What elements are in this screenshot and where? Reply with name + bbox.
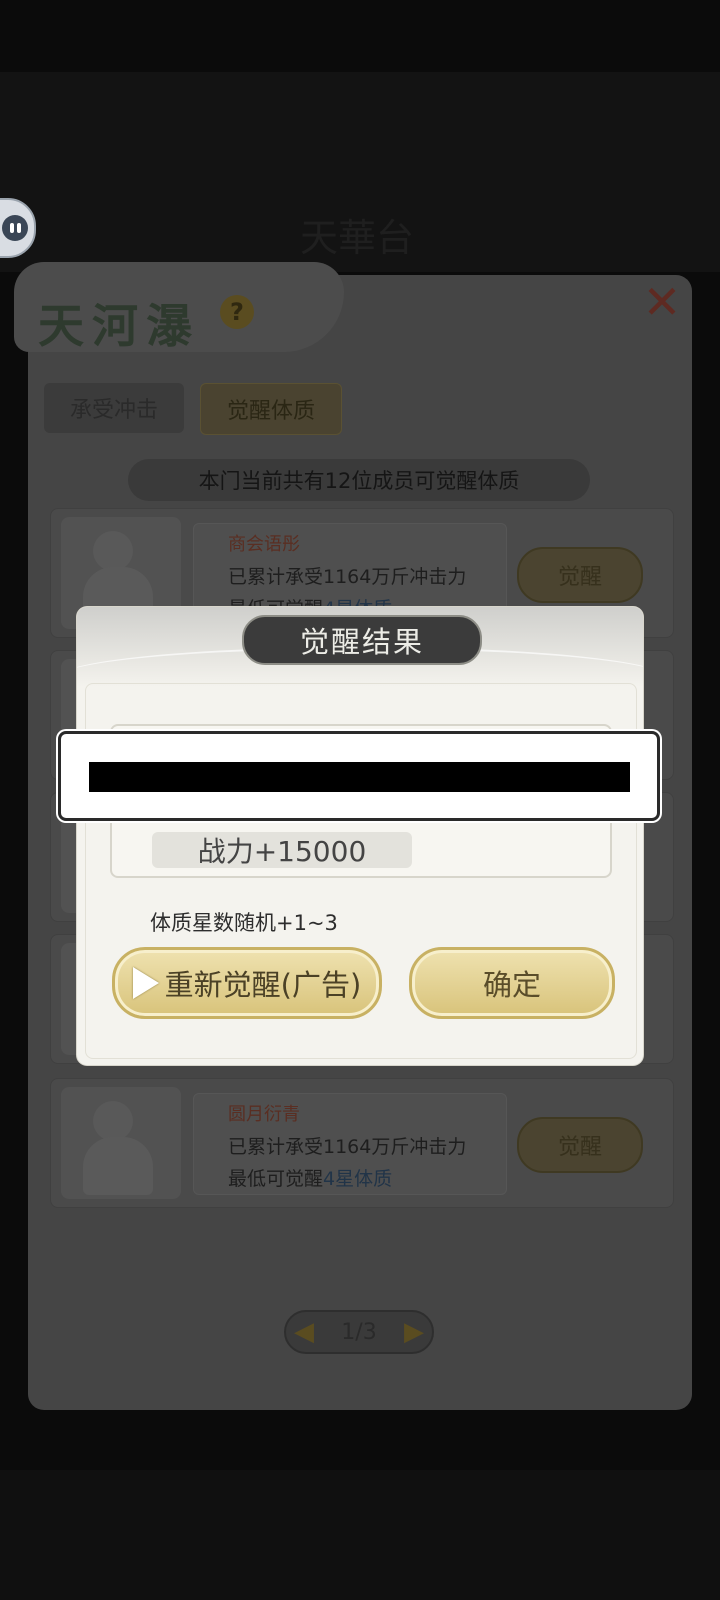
confirm-button[interactable]: 确定 [409, 947, 615, 1019]
triangle-left-icon[interactable]: ◀ [294, 1317, 314, 1347]
member-count-banner: 本门当前共有12位成员可觉醒体质 [128, 459, 590, 501]
page-indicator: 1/3 [341, 1319, 377, 1345]
member-impact-text: 已累计承受1164万斤冲击力 [228, 566, 467, 588]
play-icon [132, 967, 159, 999]
bottom-band [0, 1470, 720, 1600]
star-note-text: 体质星数随机+1~3 [150, 911, 338, 935]
member-name: 圆月衍青 [228, 1104, 300, 1125]
redaction-bar [89, 762, 630, 792]
reawaken-ad-label: 重新觉醒(广告) [164, 968, 362, 1002]
awaken-button[interactable]: 觉醒 [517, 1117, 643, 1173]
member-info: 圆月衍青 已累计承受1164万斤冲击力 最低可觉醒4星体质 [193, 1093, 507, 1195]
top-band: 天華台 [0, 72, 720, 272]
question-icon[interactable]: ? [220, 295, 254, 329]
reawaken-ad-button[interactable]: 重新觉醒(广告) [112, 947, 382, 1019]
member-min-star-text: 最低可觉醒4星体质 [228, 1168, 393, 1190]
awaken-button[interactable]: 觉醒 [517, 547, 643, 603]
triangle-right-icon[interactable]: ▶ [404, 1317, 424, 1347]
member-name: 商会语彤 [228, 534, 300, 555]
member-row: 圆月衍青 已累计承受1164万斤冲击力 最低可觉醒4星体质 觉醒 [50, 1078, 674, 1208]
member-impact-text: 已累计承受1164万斤冲击力 [228, 1136, 467, 1158]
tab-awaken-physique[interactable]: 觉醒体质 [200, 383, 342, 435]
power-bonus-text: 战力+15000 [152, 832, 412, 868]
tab-endure-impact[interactable]: 承受冲击 [44, 383, 184, 433]
member-portrait [61, 1087, 181, 1199]
dialog-title: 觉醒结果 [242, 615, 482, 665]
close-icon[interactable]: ✕ [640, 279, 684, 325]
pager: ◀ 1/3 ▶ [284, 1310, 434, 1354]
header-title: 天華台 [300, 216, 415, 260]
panel-title: 天河瀑 [38, 299, 200, 353]
